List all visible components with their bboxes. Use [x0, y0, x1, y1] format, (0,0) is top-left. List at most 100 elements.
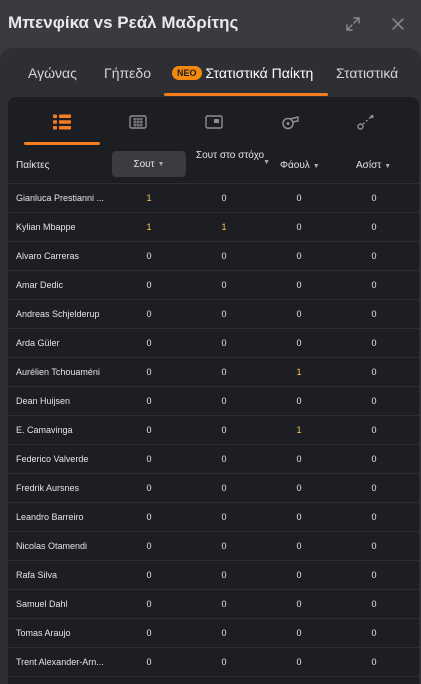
- player-stats-table-body: Gianluca Prestianni ... 1 0 0 0 Kylian Mbappe…: [8, 184, 419, 677]
- goal-net-icon: [129, 115, 147, 129]
- shots-cell: 0: [146, 338, 152, 348]
- list-icon: [53, 114, 71, 130]
- tab-match[interactable]: Αγώνας: [28, 65, 77, 81]
- category-attack[interactable]: [100, 110, 176, 134]
- shots-on-target-cell: 0: [221, 541, 227, 551]
- table-row[interactable]: Aurélien Tchouaméni 0 0 1 0: [8, 358, 419, 387]
- table-row[interactable]: Arda Güler 0 0 0 0: [8, 329, 419, 358]
- shots-on-target-cell: 0: [221, 193, 227, 203]
- shots-on-target-cell: 0: [221, 628, 227, 638]
- assists-cell: 0: [371, 599, 377, 609]
- table-row[interactable]: Andreas Schjelderup 0 0 0 0: [8, 300, 419, 329]
- fouls-cell: 0: [296, 309, 302, 319]
- shots-cell: 0: [146, 512, 152, 522]
- shots-cell: 1: [146, 222, 152, 232]
- category-discipline[interactable]: [252, 110, 328, 134]
- table-row[interactable]: Dean Huijsen 0 0 0 0: [8, 387, 419, 416]
- whistle-icon: [282, 116, 299, 130]
- shots-on-target-cell: 0: [221, 483, 227, 493]
- fouls-cell: 0: [296, 280, 302, 290]
- fouls-cell: 0: [296, 396, 302, 406]
- column-header-fouls[interactable]: Φάουλ ▼: [280, 160, 320, 171]
- assists-cell: 0: [371, 628, 377, 638]
- shots-cell: 0: [146, 570, 152, 580]
- title-bar: Μπενφίκα vs Ρεάλ Μαδρίτης: [0, 0, 421, 50]
- table-row[interactable]: Alvaro Carreras 0 0 0 0: [8, 242, 419, 271]
- fouls-cell: 0: [296, 628, 302, 638]
- table-row[interactable]: Federico Valverde 0 0 0 0: [8, 445, 419, 474]
- fouls-cell: 0: [296, 657, 302, 667]
- table-row[interactable]: Rafa Silva 0 0 0 0: [8, 561, 419, 590]
- table-row[interactable]: E. Camavinga 0 0 1 0: [8, 416, 419, 445]
- shots-cell: 0: [146, 454, 152, 464]
- table-row[interactable]: Amar Dedic 0 0 0 0: [8, 271, 419, 300]
- assists-cell: 0: [371, 251, 377, 261]
- goalkeeper-goal-icon: [205, 115, 223, 129]
- assists-cell: 0: [371, 309, 377, 319]
- shots-cell: 0: [146, 425, 152, 435]
- fouls-cell: 0: [296, 570, 302, 580]
- chevron-down-icon: ▼: [263, 159, 270, 166]
- shots-cell: 1: [146, 193, 152, 203]
- shots-on-target-cell: 0: [221, 309, 227, 319]
- assists-cell: 0: [371, 541, 377, 551]
- table-row[interactable]: Tomas Araujo 0 0 0 0: [8, 619, 419, 648]
- table-row[interactable]: Fredrik Aursnes 0 0 0 0: [8, 474, 419, 503]
- pass-icon: [357, 114, 374, 130]
- assists-cell: 0: [371, 570, 377, 580]
- new-badge: ΝΕΟ: [172, 66, 202, 80]
- assists-cell: 0: [371, 222, 377, 232]
- close-button[interactable]: [388, 14, 408, 34]
- assists-cell: 0: [371, 483, 377, 493]
- table-row[interactable]: Gianluca Prestianni ... 1 0 0 0: [8, 184, 419, 213]
- assists-cell: 0: [371, 657, 377, 667]
- category-goalkeeping[interactable]: [176, 110, 252, 134]
- fouls-cell: 0: [296, 599, 302, 609]
- table-row[interactable]: Nicolas Otamendi 0 0 0 0: [8, 532, 419, 561]
- player-name-cell: Trent Alexander-Arn...: [16, 657, 104, 667]
- active-category-indicator: [24, 142, 100, 145]
- table-row[interactable]: Samuel Dahl 0 0 0 0: [8, 590, 419, 619]
- tab-player-stats-label: Στατιστικά Παίκτη: [205, 65, 314, 81]
- match-panel: Αγώνας Γήπεδο ΝΕΟ Στατιστικά Παίκτη Στατι…: [0, 48, 421, 684]
- column-header-shots[interactable]: Σουτ ▼: [112, 151, 186, 177]
- player-name-cell: Federico Valverde: [16, 454, 89, 464]
- shots-on-target-cell: 0: [221, 512, 227, 522]
- shots-cell: 0: [146, 396, 152, 406]
- table-row[interactable]: Trent Alexander-Arn... 0 0 0 0: [8, 648, 419, 677]
- player-name-cell: Fredrik Aursnes: [16, 483, 80, 493]
- shots-cell: 0: [146, 483, 152, 493]
- expand-arrows-icon: [346, 17, 360, 31]
- column-header-shots-on-target[interactable]: Σουτ στο στόχο ▼: [194, 150, 270, 166]
- player-name-cell: Arda Güler: [16, 338, 60, 348]
- player-name-cell: Dean Huijsen: [16, 396, 71, 406]
- tab-pitch[interactable]: Γήπεδο: [104, 65, 151, 81]
- player-name-cell: Andreas Schjelderup: [16, 309, 100, 319]
- shots-on-target-cell: 0: [221, 570, 227, 580]
- category-general[interactable]: [24, 110, 100, 134]
- column-header-shots-label: Σουτ: [133, 158, 155, 170]
- tab-bar: Αγώνας Γήπεδο ΝΕΟ Στατιστικά Παίκτη Στατι…: [0, 48, 421, 96]
- shots-on-target-cell: 0: [221, 425, 227, 435]
- column-header-shots-on-target-label: Σουτ στο στόχο: [195, 150, 265, 161]
- player-name-cell: Samuel Dahl: [16, 599, 68, 609]
- chevron-down-icon: ▼: [157, 160, 165, 168]
- fouls-cell: 0: [296, 193, 302, 203]
- fouls-cell: 0: [296, 338, 302, 348]
- table-row[interactable]: Leandro Barreiro 0 0 0 0: [8, 503, 419, 532]
- shots-on-target-cell: 0: [221, 599, 227, 609]
- stat-category-bar: [8, 97, 419, 145]
- category-passing[interactable]: [328, 110, 404, 134]
- tab-player-stats[interactable]: ΝΕΟ Στατιστικά Παίκτη: [172, 65, 313, 81]
- expand-button[interactable]: [343, 14, 363, 34]
- shots-on-target-cell: 0: [221, 396, 227, 406]
- assists-cell: 0: [371, 367, 377, 377]
- table-header: Παίκτες Σουτ ▼ Σουτ στο στόχο ▼ Φάουλ ▼ Ασί…: [8, 147, 419, 184]
- column-header-assists[interactable]: Ασίστ ▼: [356, 160, 391, 171]
- table-row[interactable]: Kylian Mbappe 1 1 0 0: [8, 213, 419, 242]
- match-title: Μπενφίκα vs Ρεάλ Μαδρίτης: [8, 13, 239, 32]
- shots-on-target-cell: 1: [221, 222, 227, 232]
- tab-stats[interactable]: Στατιστικά: [336, 65, 398, 81]
- player-name-cell: Nicolas Otamendi: [16, 541, 88, 551]
- close-icon: [392, 18, 404, 30]
